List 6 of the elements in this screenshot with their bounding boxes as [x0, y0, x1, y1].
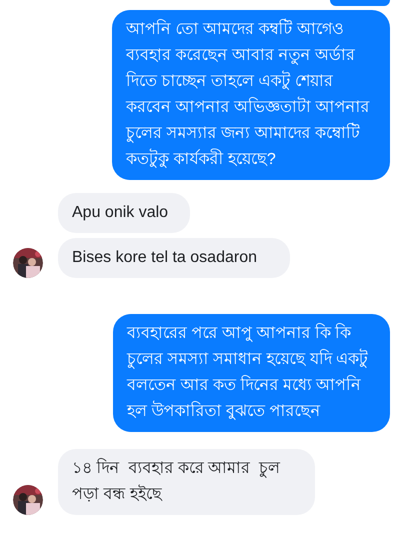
- message-bubble: Bises kore tel ta osadaron: [58, 238, 290, 278]
- message-bubble: ১৪ দিন ব্যবহার করে আমার চুল পড়া বন্ধ হইছে: [58, 449, 315, 515]
- message-bubble: [330, 0, 390, 6]
- message-bubble: Apu onik valo: [58, 193, 190, 233]
- message-bubble: আপনি তো আমদের কম্বটি আগেও ব্যবহার করেছেন আবার নতুন অর্ডার দিতে চাচ্ছেন তাহলে একটু শেয়ার করবেন আপনার অভিজ্ঞতাটা আপনার চুলের সমস্যার জন্য আমাদের কম্বোটি কতটুকু কার্যকরী হয়েছে?: [112, 10, 390, 180]
- message-bubble: ব্যবহারের পরে আপু আপনার কি কি চুলের সমস্যা সমাধান হয়েছে যদি একটু বলতেন আর কত দিনের মধ্যে আপনি হল উপকারিতা বুঝতে পারছেন: [113, 314, 390, 432]
